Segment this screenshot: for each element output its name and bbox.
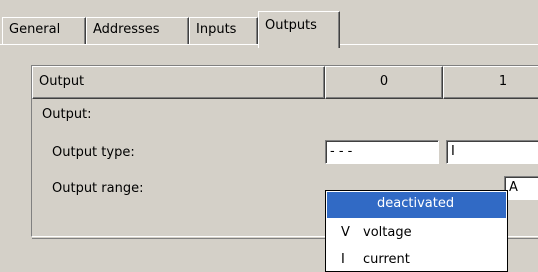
option-symbol: I [341,252,345,267]
tab-label: Inputs [196,22,237,37]
option-label: current [363,252,410,267]
header-column-0[interactable]: 0 [325,66,443,99]
output-range-label: Output range: [52,181,144,196]
tab-outputs[interactable]: Outputs [258,11,340,48]
tab-inputs[interactable]: Inputs [189,17,258,44]
tab-general[interactable]: General [2,17,86,44]
output-type-field-1[interactable]: I [446,140,538,164]
field-value: A [509,180,518,195]
output-type-label: Output type: [52,145,135,160]
header-label-text: Output [39,74,85,89]
field-value: I [451,144,455,159]
output-type-dropdown-list[interactable]: deactivated V voltage I current [325,190,508,272]
header-output-label[interactable]: Output [32,66,325,99]
tab-label: Addresses [93,22,160,37]
field-value: - - - [330,144,353,159]
option-label: voltage [363,225,412,240]
output-type-field-0[interactable]: - - - [325,140,439,164]
header-column-text: 0 [379,74,389,89]
tab-addresses[interactable]: Addresses [86,17,189,44]
option-deactivated[interactable]: deactivated [327,192,506,218]
option-symbol: V [341,225,350,240]
option-voltage[interactable]: V voltage [327,221,506,247]
tab-label: Outputs [265,18,317,33]
section-label: Output: [42,107,92,122]
tab-label: General [9,22,61,37]
header-column-text: 1 [498,74,508,89]
option-current[interactable]: I current [327,248,506,272]
properties-dialog: General Addresses Inputs Outputs Output … [0,0,538,272]
tab-strip: General Addresses Inputs Outputs [0,0,538,48]
header-column-1[interactable]: 1 [443,66,538,99]
output-range-field-1[interactable]: A [504,176,538,200]
option-label: deactivated [377,196,455,211]
